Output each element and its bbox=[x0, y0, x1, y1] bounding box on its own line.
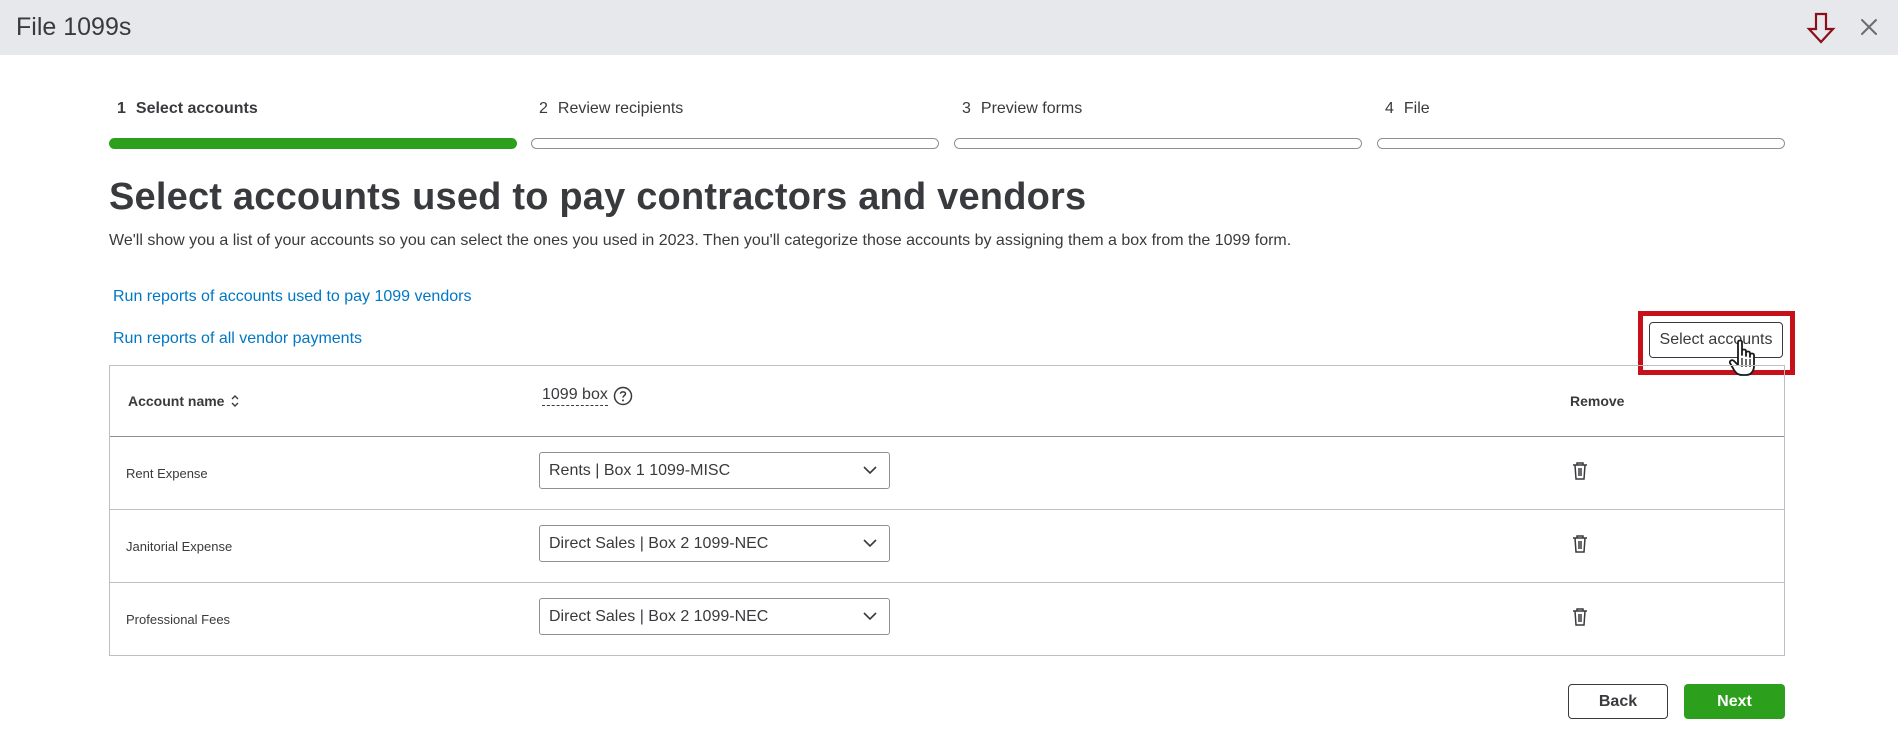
back-button[interactable]: Back bbox=[1568, 684, 1668, 719]
trash-icon[interactable] bbox=[1571, 534, 1589, 554]
1099-box-select[interactable]: Direct Sales | Box 2 1099-NEC bbox=[539, 598, 890, 635]
step-label: Review recipients bbox=[557, 100, 684, 117]
step-number: 1 bbox=[117, 100, 126, 117]
run-reports-all-link[interactable]: Run reports of all vendor payments bbox=[113, 330, 362, 348]
step-progress-bar bbox=[109, 138, 517, 149]
trash-icon[interactable] bbox=[1571, 461, 1589, 481]
chevron-down-icon bbox=[863, 466, 877, 475]
progress-stepper: 1 Select accounts 2 Review recipients 3 Pre… bbox=[109, 100, 1785, 150]
table-row: Professional Fees Direct Sales | Box 2 1… bbox=[110, 583, 1784, 656]
1099-box-select[interactable]: Rents | Box 1 1099-MISC bbox=[539, 452, 890, 489]
close-icon[interactable] bbox=[1856, 14, 1882, 40]
account-name-cell: Janitorial Expense bbox=[126, 539, 233, 554]
1099-box-value: Direct Sales | Box 2 1099-NEC bbox=[549, 608, 769, 625]
1099-box-value: Rents | Box 1 1099-MISC bbox=[549, 462, 731, 479]
step-progress-bar bbox=[531, 138, 939, 149]
1099-box-select[interactable]: Direct Sales | Box 2 1099-NEC bbox=[539, 525, 890, 562]
step-label: Preview forms bbox=[980, 100, 1083, 117]
trash-icon[interactable] bbox=[1571, 607, 1589, 627]
account-name-cell: Professional Fees bbox=[126, 612, 231, 627]
next-button[interactable]: Next bbox=[1684, 684, 1785, 719]
1099-box-header: 1099 box bbox=[542, 386, 633, 406]
download-arrow-icon[interactable] bbox=[1806, 12, 1836, 44]
window-title: File 1099s bbox=[16, 13, 132, 41]
account-name-header[interactable]: Account name bbox=[128, 393, 240, 409]
account-name-cell: Rent Expense bbox=[126, 466, 208, 481]
help-icon[interactable] bbox=[613, 386, 633, 406]
title-bar: File 1099s bbox=[0, 0, 1898, 55]
remove-header: Remove bbox=[1570, 393, 1625, 409]
step-number: 3 bbox=[962, 100, 971, 117]
step-progress-bar bbox=[954, 138, 1362, 149]
sort-icon[interactable] bbox=[230, 394, 240, 408]
table-row: Rent Expense Rents | Box 1 1099-MISC bbox=[110, 437, 1784, 510]
table-row: Janitorial Expense Direct Sales | Box 2 … bbox=[110, 510, 1784, 583]
accounts-table: Account name 1099 box Remove Rent Expens… bbox=[109, 365, 1785, 656]
chevron-down-icon bbox=[863, 539, 877, 548]
1099-box-value: Direct Sales | Box 2 1099-NEC bbox=[549, 535, 769, 552]
step-number: 4 bbox=[1385, 100, 1394, 117]
step-label: Select accounts bbox=[135, 100, 258, 117]
page-description: We'll show you a list of your accounts s… bbox=[109, 232, 1292, 249]
step-number: 2 bbox=[539, 100, 548, 117]
step-label: File bbox=[1403, 100, 1430, 117]
table-header: Account name 1099 box Remove bbox=[110, 366, 1784, 437]
select-accounts-button[interactable]: Select accounts bbox=[1649, 322, 1783, 358]
step-progress-bar bbox=[1377, 138, 1785, 149]
page-title: Select accounts used to pay contractors … bbox=[109, 176, 1087, 218]
run-reports-1099-link[interactable]: Run reports of accounts used to pay 1099… bbox=[113, 288, 471, 306]
chevron-down-icon bbox=[863, 612, 877, 621]
